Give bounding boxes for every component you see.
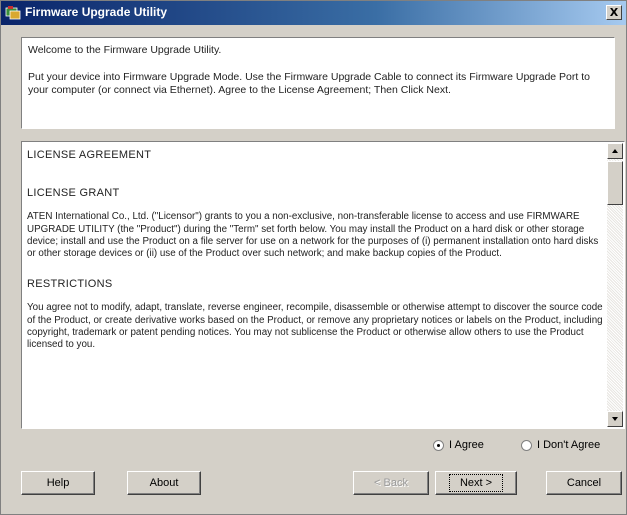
about-button-label: About: [149, 477, 179, 489]
app-icon: [5, 6, 21, 20]
restrictions-text: You agree not to modify, adapt, translat…: [27, 302, 603, 351]
license-title: LICENSE AGREEMENT: [27, 149, 152, 161]
firmware-upgrade-window: Firmware Upgrade Utility X Welcome to th…: [0, 0, 627, 515]
close-button[interactable]: X: [606, 5, 622, 20]
instructions-text: Put your device into Firmware Upgrade Mo…: [28, 71, 590, 96]
cancel-button-label: Cancel: [566, 477, 602, 489]
restrictions-heading: RESTRICTIONS: [27, 278, 113, 291]
license-scrollbar[interactable]: [607, 143, 623, 427]
license-grant-text: ATEN International Co., Ltd. ("Licensor"…: [27, 211, 599, 260]
disagree-radio-label: I Don't Agree: [537, 439, 601, 451]
disagree-radio[interactable]: I Don't Agree: [521, 439, 600, 451]
next-button-label: Next >: [448, 474, 504, 492]
help-button-label: Help: [46, 477, 70, 489]
title-bar[interactable]: Firmware Upgrade Utility X: [1, 1, 626, 25]
license-agreement-textbox[interactable]: LICENSE AGREEMENT LICENSE GRANT ATEN Int…: [21, 141, 625, 429]
scroll-down-button[interactable]: [607, 411, 623, 427]
back-button-label: < Back: [374, 477, 408, 489]
arrow-down-icon: [612, 417, 618, 421]
disagree-radio-indicator[interactable]: [521, 439, 532, 451]
window-title: Firmware Upgrade Utility: [25, 5, 168, 19]
agree-radio-label: I Agree: [449, 439, 484, 451]
arrow-up-icon: [612, 149, 618, 153]
about-button[interactable]: About: [127, 471, 201, 495]
next-button[interactable]: Next >: [435, 471, 517, 495]
license-content: LICENSE AGREEMENT LICENSE GRANT ATEN Int…: [27, 147, 604, 424]
agree-radio[interactable]: I Agree: [433, 439, 484, 451]
intro-panel: Welcome to the Firmware Upgrade Utility.…: [21, 37, 615, 129]
help-button[interactable]: Help: [21, 471, 95, 495]
agree-radio-indicator[interactable]: [433, 439, 444, 451]
close-icon: X: [609, 6, 619, 19]
license-grant-heading: LICENSE GRANT: [27, 187, 120, 200]
scroll-thumb[interactable]: [607, 161, 623, 205]
cancel-button[interactable]: Cancel: [546, 471, 622, 495]
back-button[interactable]: < Back: [353, 471, 429, 495]
scroll-up-button[interactable]: [607, 143, 623, 159]
welcome-text: Welcome to the Firmware Upgrade Utility.: [28, 44, 222, 56]
